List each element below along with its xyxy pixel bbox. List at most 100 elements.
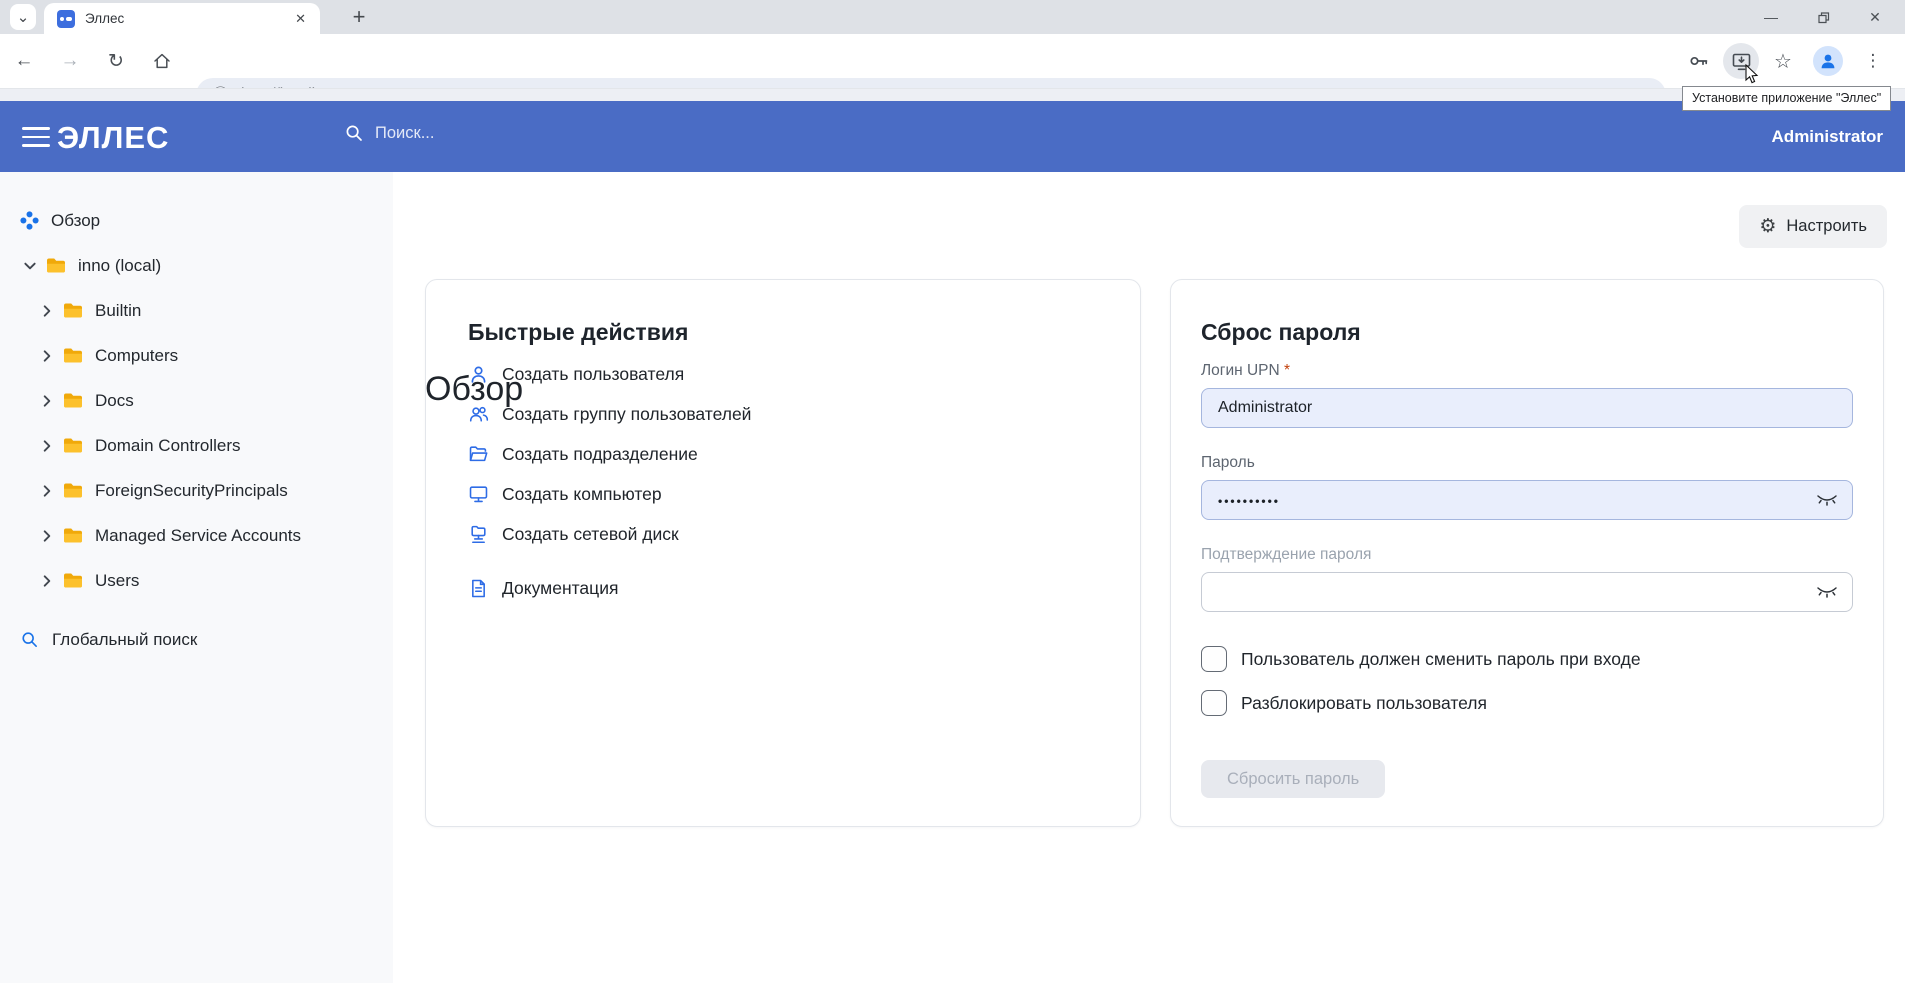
tab-search-button[interactable]: ⌄ (10, 4, 36, 30)
sidebar: Обзор inno (local) (0, 172, 393, 983)
mouse-cursor (1745, 64, 1760, 85)
tree-item-builtin[interactable]: Builtin (0, 288, 393, 333)
action-label: Создать подразделение (502, 444, 698, 465)
folder-icon (63, 302, 83, 319)
tree-item-domain-controllers[interactable]: Domain Controllers (0, 423, 393, 468)
page-title: Обзор (425, 370, 523, 409)
tree-root-inno[interactable]: inno (local) (0, 243, 393, 288)
person-icon (1818, 51, 1838, 71)
reset-password-button[interactable]: Сбросить пароль (1201, 760, 1385, 798)
browser-tab[interactable]: Эллес ✕ (44, 3, 320, 34)
confirm-password-input[interactable] (1201, 572, 1853, 612)
chevron-right-icon[interactable] (40, 394, 54, 408)
reload-button[interactable]: ↻ (98, 43, 134, 79)
eye-off-icon[interactable] (1816, 584, 1838, 600)
unlock-user-checkbox[interactable] (1201, 690, 1227, 716)
chevron-right-icon[interactable] (40, 304, 54, 318)
header-search-input[interactable] (375, 124, 615, 143)
unlock-user-checkbox-row: Разблокировать пользователя (1201, 690, 1853, 716)
chevron-right-icon[interactable] (40, 439, 54, 453)
tree-item-docs[interactable]: Docs (0, 378, 393, 423)
home-button[interactable] (144, 43, 180, 79)
sidebar-item-global-search[interactable]: Глобальный поиск (0, 617, 393, 662)
tree-item-label: Builtin (95, 301, 141, 321)
document-icon (468, 578, 489, 599)
action-create-group[interactable]: Создать группу пользователей (468, 394, 1098, 434)
password-input[interactable]: •••••••••• (1201, 480, 1853, 520)
home-icon (152, 51, 172, 71)
action-create-org-unit[interactable]: Создать подразделение (468, 434, 1098, 474)
chevron-right-icon[interactable] (40, 574, 54, 588)
password-label: Пароль (1201, 454, 1853, 472)
close-window-button[interactable]: ✕ (1849, 0, 1901, 34)
browser-toolbar: ← → ↻ ⓘ http://localhost:5173 (0, 34, 1905, 88)
action-label: Создать группу пользователей (502, 404, 751, 425)
tree-item-managed-service-accounts[interactable]: Managed Service Accounts (0, 513, 393, 558)
password-manager-button[interactable] (1681, 43, 1717, 79)
configure-button-label: Настроить (1786, 217, 1867, 236)
restore-icon (1816, 10, 1831, 25)
bookmark-button[interactable]: ☆ (1765, 43, 1801, 79)
action-create-computer[interactable]: Создать компьютер (468, 474, 1098, 514)
tree-item-label: ForeignSecurityPrincipals (95, 481, 288, 501)
eye-off-icon[interactable] (1816, 492, 1838, 508)
folder-icon (63, 437, 83, 454)
tree-item-foreign-security-principals[interactable]: ForeignSecurityPrincipals (0, 468, 393, 513)
app-favicon-icon (57, 10, 75, 28)
chevron-right-icon[interactable] (40, 529, 54, 543)
folder-icon (63, 347, 83, 364)
login-upn-label: Логин UPN * (1201, 362, 1853, 380)
new-tab-button[interactable]: + (344, 2, 374, 32)
minimize-button[interactable]: — (1745, 0, 1797, 34)
change-password-checkbox-label: Пользователь должен сменить пароль при в… (1241, 649, 1641, 670)
action-create-user[interactable]: Создать пользователя (468, 354, 1098, 394)
quick-actions-card: Быстрые действия Создать пользователя (425, 279, 1141, 827)
browser-window: ⌄ Эллес ✕ + — ✕ ← → ↻ (0, 0, 1905, 983)
tab-close-icon[interactable]: ✕ (291, 9, 310, 29)
global-search-label: Глобальный поиск (52, 630, 197, 650)
back-button[interactable]: ← (6, 43, 42, 79)
current-user-label[interactable]: Administrator (1772, 127, 1883, 147)
forward-button[interactable]: → (52, 43, 88, 79)
folder-icon (63, 482, 83, 499)
quick-actions-title: Быстрые действия (468, 318, 1098, 346)
chevron-right-icon[interactable] (40, 349, 54, 363)
action-documentation[interactable]: Документация (468, 568, 1098, 608)
main-content: ⚙ Настроить Быстрые действия Создать пол… (393, 172, 1905, 983)
tree-item-users[interactable]: Users (0, 558, 393, 603)
app-logo: ЭЛЛЕС (57, 120, 169, 156)
chevron-right-icon[interactable] (40, 484, 54, 498)
action-label: Создать сетевой диск (502, 524, 679, 545)
sidebar-item-overview[interactable]: Обзор (0, 198, 393, 243)
maximize-button[interactable] (1797, 0, 1849, 34)
tree-item-label: Computers (95, 346, 178, 366)
action-label: Документация (502, 578, 618, 599)
tree-item-computers[interactable]: Computers (0, 333, 393, 378)
tree-root-label: inno (local) (78, 256, 161, 276)
search-icon (344, 123, 364, 143)
gear-icon: ⚙ (1759, 217, 1776, 236)
tree-item-label: Docs (95, 391, 134, 411)
action-create-network-drive[interactable]: Создать сетевой диск (468, 514, 1098, 554)
browser-menu-button[interactable]: ⋮ (1855, 43, 1891, 79)
change-password-checkbox-row: Пользователь должен сменить пароль при в… (1201, 646, 1853, 672)
folder-icon (63, 572, 83, 589)
unlock-user-checkbox-label: Разблокировать пользователя (1241, 693, 1487, 714)
folder-icon (63, 392, 83, 409)
password-masked-value: •••••••••• (1218, 494, 1280, 508)
app-header: ЭЛЛЕС Administrator (0, 101, 1905, 172)
hamburger-menu-button[interactable] (22, 125, 50, 149)
overview-dots-icon (20, 211, 39, 230)
key-icon (1688, 50, 1710, 72)
change-password-checkbox[interactable] (1201, 646, 1227, 672)
chevron-down-icon[interactable] (23, 259, 37, 273)
tree-item-label: Users (95, 571, 139, 591)
star-icon: ☆ (1774, 49, 1792, 74)
profile-button[interactable] (1813, 46, 1843, 76)
password-reset-card: Сброс пароля Логин UPN * Administrator П… (1170, 279, 1884, 827)
required-asterisk: * (1284, 362, 1290, 379)
login-upn-input[interactable]: Administrator (1201, 388, 1853, 428)
configure-button[interactable]: ⚙ Настроить (1739, 205, 1887, 248)
folder-icon (63, 527, 83, 544)
header-search[interactable] (344, 123, 615, 143)
